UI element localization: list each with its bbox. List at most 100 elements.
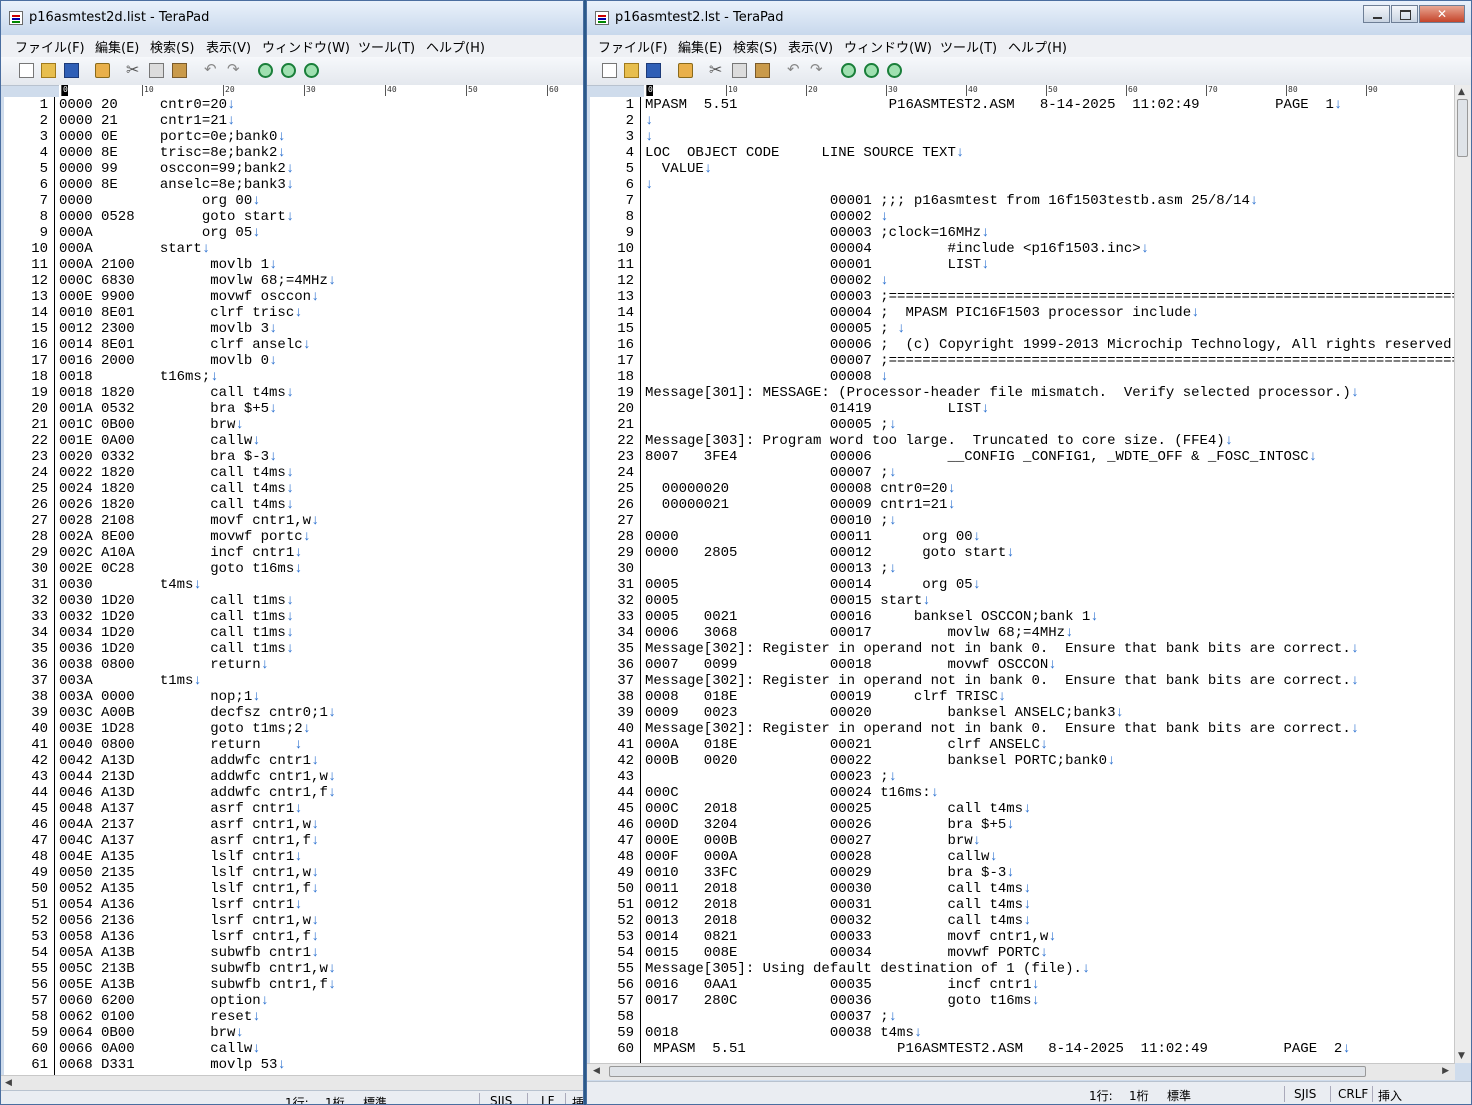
code-line[interactable]: 0024 1820 call t4ms↓ — [59, 481, 583, 497]
code-line[interactable]: 00001 ;;; p16asmtest from 16f1503testb.a… — [645, 193, 1455, 209]
code-text[interactable]: MPASM 5.51 P16ASMTEST2.ASM 8-14-2025 11:… — [645, 97, 1455, 1057]
code-line[interactable]: 004C A137 asrf cntr1,f↓ — [59, 833, 583, 849]
code-line[interactable]: 00002 ↓ — [645, 209, 1455, 225]
code-line[interactable]: 000C 00024 t16ms:↓ — [645, 785, 1455, 801]
vertical-scroll-thumb[interactable] — [1457, 99, 1468, 157]
code-line[interactable]: 0013 2018 00032 call t4ms↓ — [645, 913, 1455, 929]
code-line[interactable]: 00001 LIST↓ — [645, 257, 1455, 273]
code-line[interactable]: 0046 A13D addwfc cntr1,f↓ — [59, 785, 583, 801]
code-line[interactable]: 0015 008E 00034 movwf PORTC↓ — [645, 945, 1455, 961]
copy-icon[interactable] — [149, 63, 164, 78]
code-line[interactable]: 0028 2108 movf cntr1,w↓ — [59, 513, 583, 529]
title-bar[interactable]: p16asmtest2.lst - TeraPad — [587, 1, 1471, 35]
paste-icon[interactable] — [172, 63, 187, 78]
code-line[interactable]: 0006 3068 00017 movlw 68;=4MHz↓ — [645, 625, 1455, 641]
menu-edit[interactable]: 編集(E) — [678, 37, 722, 56]
find-icon[interactable] — [841, 63, 856, 78]
code-line[interactable]: 005A A13B subwfb cntr1↓ — [59, 945, 583, 961]
code-line[interactable]: 000C 6830 movlw 68;=4MHz↓ — [59, 273, 583, 289]
find-next-icon[interactable] — [864, 63, 879, 78]
menu-file[interactable]: ファイル(F) — [598, 37, 668, 56]
minimize-button[interactable] — [1363, 5, 1390, 23]
code-line[interactable]: 0068 D331 movlp 53↓ — [59, 1057, 583, 1073]
save-icon[interactable] — [646, 63, 661, 78]
menu-window[interactable]: ウィンドウ(W) — [844, 37, 932, 56]
code-line[interactable]: 0038 0800 return↓ — [59, 657, 583, 673]
scroll-right-icon[interactable]: ▶ — [1442, 1066, 1449, 1076]
code-line[interactable]: 000B 0020 00022 banksel PORTC;bank0↓ — [645, 753, 1455, 769]
title-bar[interactable]: p16asmtest2d.list - TeraPad — [1, 1, 583, 35]
code-line[interactable]: 0012 2018 00031 call t4ms↓ — [645, 897, 1455, 913]
code-line[interactable]: 0032 1D20 call t1ms↓ — [59, 609, 583, 625]
code-line[interactable]: 00007 ;=================================… — [645, 353, 1455, 369]
code-line[interactable]: 0000 0528 goto start↓ — [59, 209, 583, 225]
code-line[interactable]: 00008 ↓ — [645, 369, 1455, 385]
find-prev-icon[interactable] — [304, 63, 319, 78]
code-line[interactable]: 0054 A136 lsrf cntr1↓ — [59, 897, 583, 913]
code-line[interactable]: Message[302]: Register in operand not in… — [645, 641, 1455, 657]
code-line[interactable]: 0030 t4ms↓ — [59, 577, 583, 593]
code-line[interactable]: 0000 8E anselc=8e;bank3↓ — [59, 177, 583, 193]
code-line[interactable]: 00004 ; MPASM PIC16F1503 processor inclu… — [645, 305, 1455, 321]
open-folder-icon[interactable] — [624, 63, 639, 78]
code-line[interactable]: 0005 00015 start↓ — [645, 593, 1455, 609]
code-line[interactable]: 00005 ;↓ — [645, 417, 1455, 433]
find-prev-icon[interactable] — [887, 63, 902, 78]
code-line[interactable]: 000E 9900 movwf osccon↓ — [59, 289, 583, 305]
code-line[interactable]: 003A 0000 nop;1↓ — [59, 689, 583, 705]
code-line[interactable]: 001E 0A00 callw↓ — [59, 433, 583, 449]
code-line[interactable]: 0066 0A00 callw↓ — [59, 1041, 583, 1057]
code-line[interactable]: 8007 3FE4 00006 __CONFIG _CONFIG1, _WDTE… — [645, 449, 1455, 465]
horizontal-scrollbar[interactable]: ◀ ▶ — [587, 1063, 1455, 1080]
cut-icon[interactable] — [126, 60, 141, 79]
undo-icon[interactable] — [786, 60, 801, 78]
code-line[interactable]: Message[302]: Register in operand not in… — [645, 721, 1455, 737]
save-icon[interactable] — [64, 63, 79, 78]
code-line[interactable]: 0010 33FC 00029 bra $-3↓ — [645, 865, 1455, 881]
code-line[interactable]: VALUE↓ — [645, 161, 1455, 177]
code-text[interactable]: 0000 20 cntr0=20↓ 0000 21 cntr1=21↓ 0000 0… — [59, 97, 583, 1073]
code-line[interactable]: 0017 280C 00036 goto t16ms↓ — [645, 993, 1455, 1009]
code-line[interactable]: 0000 21 cntr1=21↓ — [59, 113, 583, 129]
code-line[interactable]: 00005 ; ↓ — [645, 321, 1455, 337]
code-line[interactable]: 0016 2000 movlb 0↓ — [59, 353, 583, 369]
menu-help[interactable]: ヘルプ(H) — [1008, 37, 1067, 56]
code-line[interactable]: 000E 000B 00027 brw↓ — [645, 833, 1455, 849]
code-line[interactable]: 0042 A13D addwfc cntr1↓ — [59, 753, 583, 769]
code-line[interactable]: 004A 2137 asrf cntr1,w↓ — [59, 817, 583, 833]
code-line[interactable]: 0000 00011 org 00↓ — [645, 529, 1455, 545]
code-line[interactable]: ↓ — [645, 113, 1455, 129]
code-line[interactable]: 0010 8E01 clrf trisc↓ — [59, 305, 583, 321]
code-line[interactable]: 00004 #include <p16f1503.inc>↓ — [645, 241, 1455, 257]
code-line[interactable]: 003A t1ms↓ — [59, 673, 583, 689]
code-line[interactable]: 0040 0800 return ↓ — [59, 737, 583, 753]
code-line[interactable]: 0018 1820 call t4ms↓ — [59, 385, 583, 401]
code-line[interactable]: 0000 8E trisc=8e;bank2↓ — [59, 145, 583, 161]
code-line[interactable]: 0058 A136 lsrf cntr1,f↓ — [59, 929, 583, 945]
redo-icon[interactable] — [809, 60, 824, 78]
code-line[interactable]: 0050 2135 lslf cntr1,w↓ — [59, 865, 583, 881]
code-line[interactable]: 00023 ;↓ — [645, 769, 1455, 785]
code-line[interactable]: 0062 0100 reset↓ — [59, 1009, 583, 1025]
find-next-icon[interactable] — [281, 63, 296, 78]
close-button[interactable] — [1419, 5, 1465, 23]
redo-icon[interactable] — [226, 60, 241, 78]
code-line[interactable]: 000D 3204 00026 bra $+5↓ — [645, 817, 1455, 833]
code-line[interactable]: 0026 1820 call t4ms↓ — [59, 497, 583, 513]
find-icon[interactable] — [258, 63, 273, 78]
code-line[interactable]: 0000 0E portc=0e;bank0↓ — [59, 129, 583, 145]
code-line[interactable]: 00007 ;↓ — [645, 465, 1455, 481]
code-line[interactable]: 004E A135 lslf cntr1↓ — [59, 849, 583, 865]
code-line[interactable]: 01419 LIST↓ — [645, 401, 1455, 417]
undo-icon[interactable] — [203, 60, 218, 78]
code-line[interactable]: 0018 t16ms;↓ — [59, 369, 583, 385]
horizontal-scroll-thumb[interactable] — [609, 1066, 1366, 1077]
code-line[interactable]: 0000 2805 00012 goto start↓ — [645, 545, 1455, 561]
menu-search[interactable]: 検索(S) — [733, 37, 777, 56]
code-line[interactable]: 001C 0B00 brw↓ — [59, 417, 583, 433]
code-line[interactable]: 0020 0332 bra $-3↓ — [59, 449, 583, 465]
menu-view[interactable]: 表示(V) — [206, 37, 251, 56]
code-line[interactable]: 00037 ;↓ — [645, 1009, 1455, 1025]
menu-tools[interactable]: ツール(T) — [358, 37, 415, 56]
cut-icon[interactable] — [709, 60, 724, 79]
